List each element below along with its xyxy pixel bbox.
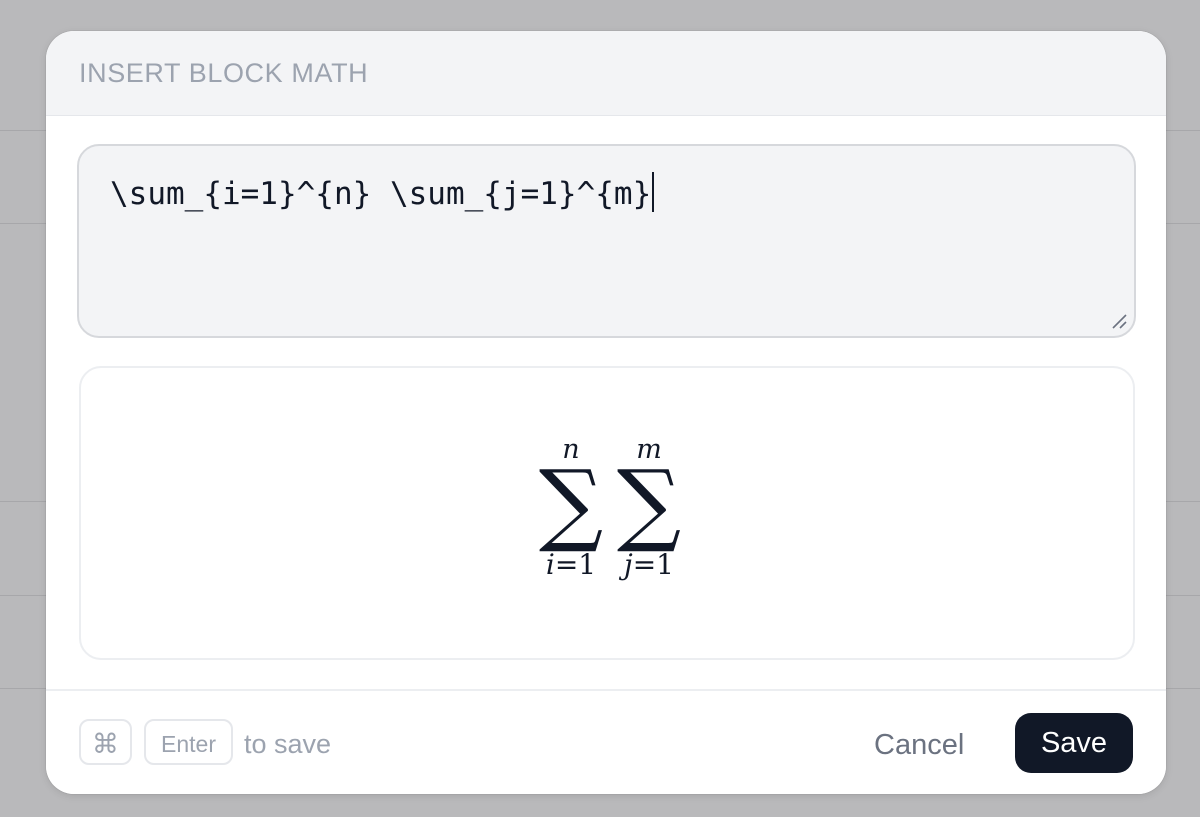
command-icon: ⌘ <box>79 719 132 765</box>
save-button[interactable]: Save <box>1015 713 1133 773</box>
text-caret <box>652 172 655 212</box>
dialog-header: INSERT BLOCK MATH <box>46 31 1166 116</box>
latex-input[interactable]: \sum_{i=1}^{n} \sum_{j=1}^{m} <box>77 144 1136 338</box>
sum-index-start: =1 <box>554 548 597 581</box>
summation-i: n ∑ i=1 <box>531 430 611 590</box>
cancel-button[interactable]: Cancel <box>868 725 970 765</box>
sum-symbol: ∑ <box>538 451 604 556</box>
sum-index-variable: i <box>545 548 555 581</box>
sum-index-variable: j <box>624 548 633 581</box>
math-preview: n ∑ i=1 m ∑ j=1 <box>79 366 1135 660</box>
rendered-formula: n ∑ i=1 m ∑ j=1 <box>531 430 691 590</box>
sum-index-start: =1 <box>632 548 674 581</box>
enter-key-hint: Enter <box>144 719 233 765</box>
latex-input-value[interactable]: \sum_{i=1}^{n} \sum_{j=1}^{m} <box>110 172 655 212</box>
background-divider <box>1166 595 1200 596</box>
sum-lower-limit: j=1 <box>609 548 689 581</box>
sum-symbol: ∑ <box>616 451 682 556</box>
resize-handle-icon[interactable] <box>1110 312 1128 330</box>
shortcut-hint-text: to save <box>244 729 332 759</box>
sum-lower-limit: i=1 <box>531 548 611 581</box>
background-divider <box>1166 688 1200 689</box>
dialog-title: INSERT BLOCK MATH <box>79 58 369 88</box>
dialog-footer: ⌘ Enter to save Cancel Save <box>46 689 1166 794</box>
background-divider <box>0 130 46 131</box>
background-divider <box>1166 223 1200 224</box>
background-divider <box>0 501 46 502</box>
background-divider <box>0 223 46 224</box>
background-divider <box>1166 130 1200 131</box>
insert-block-math-dialog: INSERT BLOCK MATH \sum_{i=1}^{n} \sum_{j… <box>46 31 1166 794</box>
background-divider <box>0 595 46 596</box>
background-divider <box>0 688 46 689</box>
summation-j: m ∑ j=1 <box>609 430 689 590</box>
background-divider <box>1166 501 1200 502</box>
